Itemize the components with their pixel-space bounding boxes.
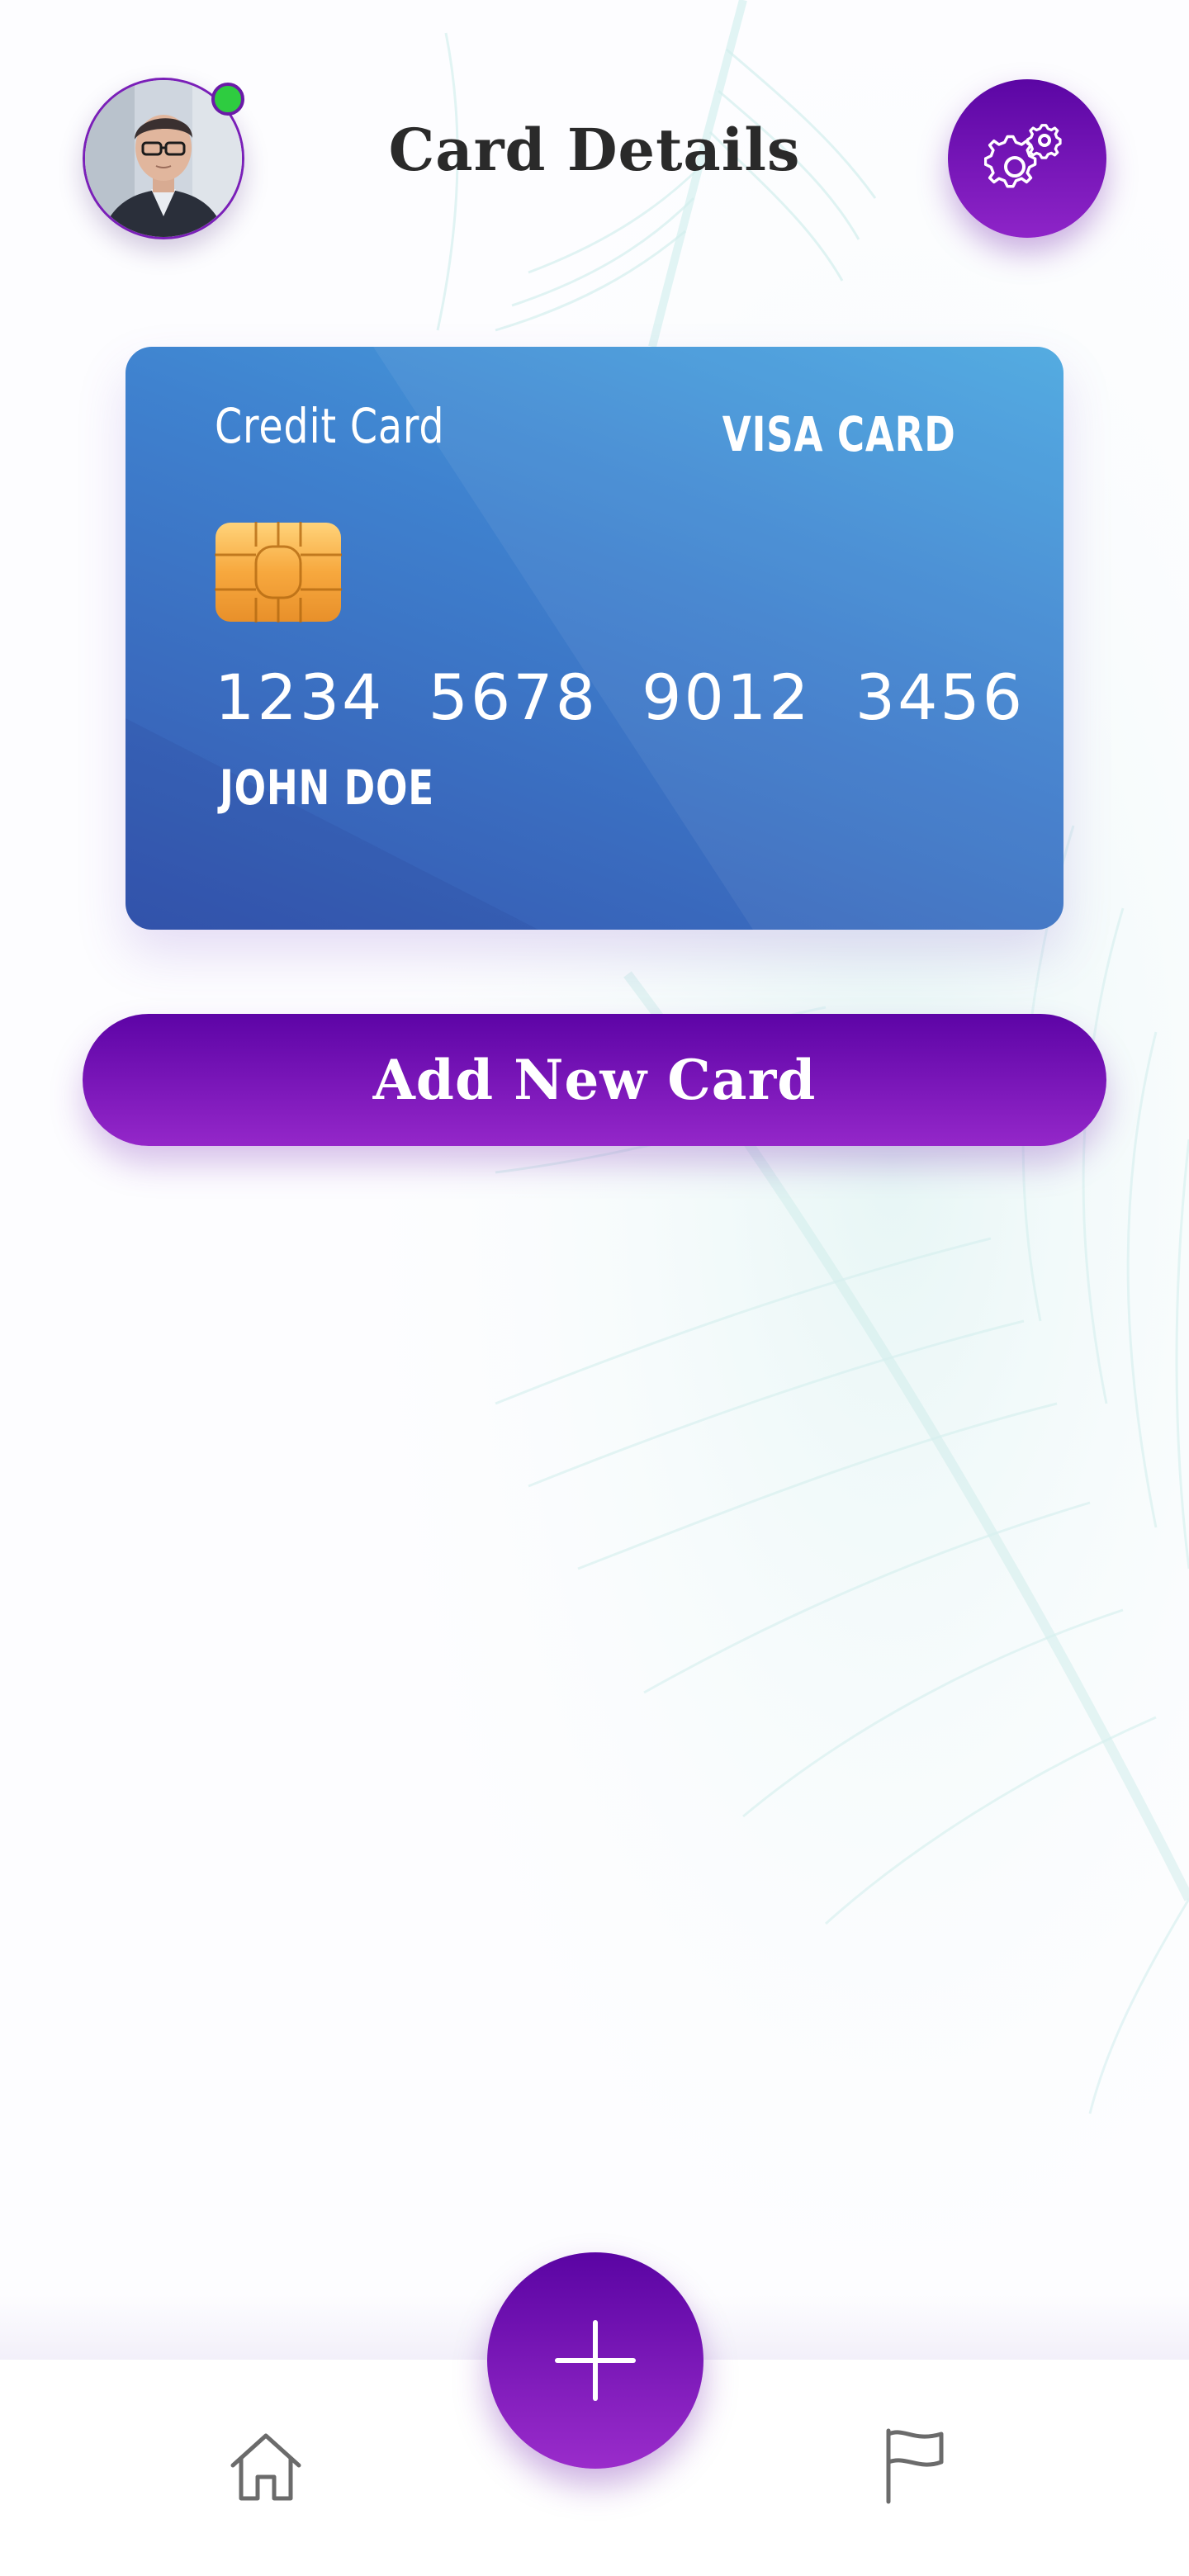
- credit-card[interactable]: Credit Card VISA CARD 1234 5678 9012 345…: [126, 347, 1063, 930]
- gears-icon: [984, 124, 1062, 188]
- flag-icon[interactable]: [877, 2426, 951, 2505]
- card-details-screen: Card Details Credit Card VISA CARD 1234 …: [0, 0, 1189, 2576]
- home-icon[interactable]: [228, 2429, 304, 2505]
- settings-button[interactable]: [948, 79, 1106, 238]
- chip-icon: [215, 522, 342, 623]
- add-new-card-button[interactable]: Add New Card: [83, 1014, 1106, 1146]
- card-holder-name: JOHN DOE: [220, 760, 434, 816]
- card-number: 1234 5678 9012 3456: [215, 661, 1026, 734]
- plus-icon: [555, 2320, 636, 2401]
- online-status-dot: [211, 83, 244, 116]
- card-type-label: Credit Card: [215, 398, 445, 454]
- add-fab-button[interactable]: [487, 2252, 703, 2469]
- card-brand-label: VISA CARD: [722, 406, 956, 462]
